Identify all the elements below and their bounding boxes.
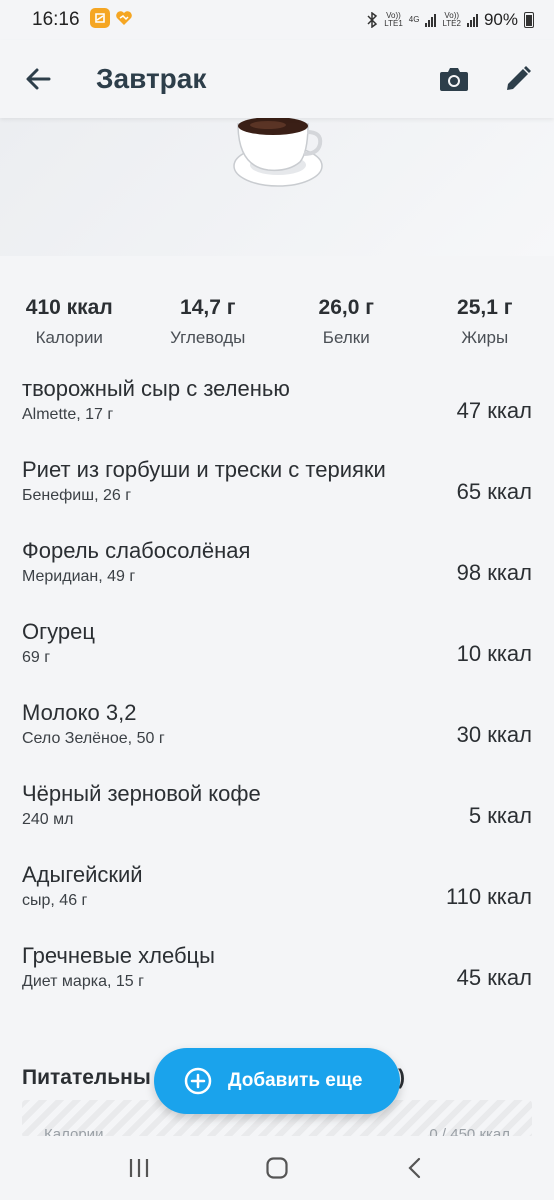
food-text: Молоко 3,2 Село Зелёное, 50 г <box>22 700 457 748</box>
macro-label: Белки <box>322 328 370 347</box>
food-calories: 110 ккал <box>446 884 532 909</box>
macro-protein: 26,0 г Белки <box>277 296 416 356</box>
list-item[interactable]: Чёрный зерновой кофе 240 мл 5 ккал <box>0 781 554 862</box>
heart-notification-icon <box>114 8 134 33</box>
food-calories: 98 ккал <box>456 560 532 585</box>
food-text: Риет из горбуши и трески с терияки Бенеф… <box>22 457 457 505</box>
system-nav-bar <box>0 1136 554 1200</box>
food-name: Гречневые хлебцы <box>22 943 215 968</box>
food-details: Бенефиш, 26 г <box>22 487 132 504</box>
notification-app-icon <box>89 7 110 28</box>
home-icon <box>266 1157 288 1179</box>
food-calories: 65 ккал <box>456 479 532 504</box>
food-details: Almette, 17 г <box>22 406 114 423</box>
add-more-button[interactable]: Добавить еще <box>154 1048 400 1114</box>
battery-icon <box>524 12 534 28</box>
food-calories: 47 ккал <box>456 398 532 423</box>
list-item[interactable]: Форель слабосолёная Меридиан, 49 г 98 кк… <box>0 538 554 619</box>
food-text: Форель слабосолёная Меридиан, 49 г <box>22 538 457 586</box>
food-text: творожный сыр с зеленью Almette, 17 г <box>22 376 457 424</box>
plus-circle-icon <box>184 1067 212 1095</box>
status-app-icons <box>89 7 134 33</box>
food-name: Адыгейский <box>22 862 143 887</box>
camera-icon <box>440 68 468 91</box>
macro-label: Калории <box>35 328 103 347</box>
food-details: сыр, 46 г <box>22 892 88 909</box>
list-item[interactable]: Огурец 69 г 10 ккал <box>0 619 554 700</box>
edit-button[interactable] <box>500 61 536 97</box>
food-name: творожный сыр с зеленью <box>22 376 290 401</box>
food-details: Диет марка, 15 г <box>22 973 144 990</box>
food-name: Молоко 3,2 <box>22 700 137 725</box>
status-time: 16:16 <box>32 9 80 30</box>
list-item[interactable]: Адыгейский сыр, 46 г 110 ккал <box>0 862 554 943</box>
food-details: 69 г <box>22 649 51 666</box>
home-button[interactable] <box>257 1148 297 1188</box>
macro-value: 25,1 г <box>457 296 513 319</box>
pencil-icon <box>507 66 531 90</box>
food-details: 240 мл <box>22 811 74 828</box>
macro-value: 26,0 г <box>318 296 374 319</box>
food-calories: 10 ккал <box>456 641 532 666</box>
list-item[interactable]: Гречневые хлебцы Диет марка, 15 г 45 кка… <box>0 943 554 1024</box>
network-4g-label: 4G <box>408 15 420 24</box>
list-item[interactable]: Молоко 3,2 Село Зелёное, 50 г 30 ккал <box>0 700 554 781</box>
volte-lte2-label: Vo)) LTE2 <box>442 11 461 28</box>
chevron-left-icon <box>408 1157 421 1179</box>
camera-button[interactable] <box>436 61 472 97</box>
macro-label: Жиры <box>461 328 509 347</box>
app-bar: Завтрак <box>0 40 554 118</box>
recent-apps-button[interactable] <box>119 1148 159 1188</box>
food-calories: 5 ккал <box>468 803 532 828</box>
volte-lte1-label: Vo)) LTE1 <box>384 11 403 28</box>
food-details: Меридиан, 49 г <box>22 568 136 585</box>
macro-calories: 410 ккал Калории <box>0 296 139 356</box>
food-text: Огурец 69 г <box>22 619 457 667</box>
coffee-cup-icon <box>233 118 323 187</box>
food-calories: 30 ккал <box>456 722 532 747</box>
food-text: Чёрный зерновой кофе 240 мл <box>22 781 469 829</box>
meal-image-banner <box>0 118 554 256</box>
recent-apps-icon <box>129 1159 149 1177</box>
status-right: Vo)) LTE1 4G Vo)) LTE2 90% <box>366 10 534 30</box>
battery-percent: 90% <box>483 10 518 29</box>
food-list: творожный сыр с зеленью Almette, 17 г 47… <box>0 376 554 1024</box>
macro-fat: 25,1 г Жиры <box>416 296 554 356</box>
macros-summary: 410 ккал Калории 14,7 г Углеводы 26,0 г … <box>0 296 554 356</box>
food-name: Риет из горбуши и трески с терияки <box>22 457 386 482</box>
food-details: Село Зелёное, 50 г <box>22 730 165 747</box>
food-text: Адыгейский сыр, 46 г <box>22 862 446 910</box>
macro-value: 410 ккал <box>25 296 113 319</box>
macro-label: Углеводы <box>170 328 246 347</box>
food-text: Гречневые хлебцы Диет марка, 15 г <box>22 943 457 991</box>
bluetooth-icon <box>367 12 378 28</box>
status-bar: 16:16 Vo)) LTE1 4G Vo)) LTE2 90% <box>0 0 554 40</box>
nav-back-button[interactable] <box>395 1148 435 1188</box>
food-name: Форель слабосолёная <box>22 538 251 563</box>
macro-carbs: 14,7 г Углеводы <box>139 296 278 356</box>
signal-icon <box>425 13 437 27</box>
food-name: Огурец <box>22 619 95 644</box>
app-actions <box>436 61 536 97</box>
macro-value: 14,7 г <box>180 296 236 319</box>
list-item[interactable]: творожный сыр с зеленью Almette, 17 г 47… <box>0 376 554 457</box>
back-button[interactable] <box>18 59 58 99</box>
page-title: Завтрак <box>96 63 207 94</box>
list-item[interactable]: Риет из горбуши и трески с терияки Бенеф… <box>0 457 554 538</box>
food-name: Чёрный зерновой кофе <box>22 781 261 806</box>
back-arrow-icon <box>26 68 51 90</box>
add-more-label: Добавить еще <box>228 1070 363 1091</box>
signal2-icon <box>466 13 478 27</box>
food-calories: 45 ккал <box>456 965 532 990</box>
nutrients-section-title: Питательны <box>22 1066 151 1089</box>
